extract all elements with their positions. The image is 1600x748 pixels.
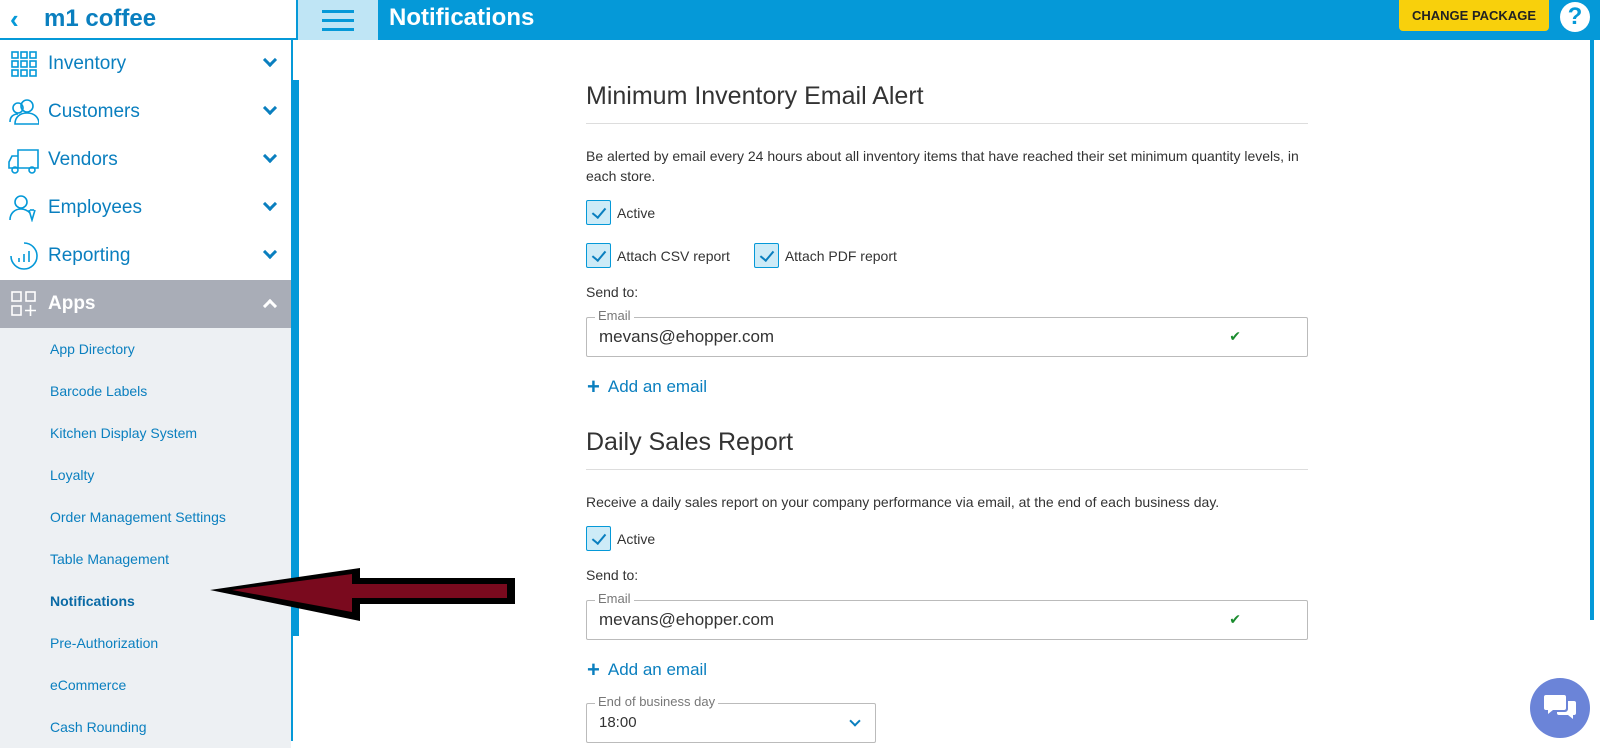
- sidebar-subitem-pre-authorization[interactable]: Pre-Authorization: [0, 622, 291, 664]
- sidebar-subitem-ecommerce[interactable]: eCommerce: [0, 664, 291, 706]
- checkbox-label: Active: [617, 530, 656, 547]
- section-description: Receive a daily sales report on your com…: [586, 494, 1220, 510]
- email-value[interactable]: mevans@ehopper.com: [599, 327, 774, 347]
- brand-header[interactable]: ‹ m1 coffee: [0, 0, 298, 40]
- sidebar-subitem-cash-rounding[interactable]: Cash Rounding: [0, 706, 291, 748]
- sidebar-item-label: Inventory: [48, 53, 127, 74]
- check-valid-icon: ✔: [1229, 611, 1241, 627]
- apps-submenu: App Directory Barcode Labels Kitchen Dis…: [0, 328, 291, 748]
- add-email-label: Add an email: [607, 660, 708, 679]
- help-icon[interactable]: ?: [1560, 2, 1590, 32]
- truck-icon: [8, 144, 40, 176]
- checkbox-label: Attach CSV report: [617, 247, 730, 264]
- attach-pdf-checkbox[interactable]: Attach PDF report: [753, 243, 897, 268]
- section-title: Daily Sales Report: [586, 428, 1308, 470]
- checkbox-row: Attach CSV report Attach PDF report: [586, 243, 1308, 268]
- checkbox-checked-icon[interactable]: [586, 200, 611, 225]
- attach-csv-checkbox[interactable]: Attach CSV report: [586, 243, 730, 268]
- plus-icon: +: [587, 374, 600, 399]
- sidebar-item-label: Reporting: [48, 245, 131, 266]
- email-field[interactable]: Email mevans@ehopper.com ✔: [586, 308, 1308, 357]
- sidebar-item-apps[interactable]: Apps: [0, 280, 291, 328]
- add-email-link[interactable]: + Add an email: [586, 374, 1308, 400]
- end-of-business-day-select[interactable]: End of business day 18:00: [586, 694, 876, 743]
- plus-icon: +: [587, 657, 600, 682]
- checkbox-label: Active: [617, 204, 656, 221]
- store-name: m1 coffee: [44, 5, 157, 32]
- sidebar-scrollbar[interactable]: [293, 80, 299, 636]
- checkbox-row: Active: [586, 200, 1308, 225]
- grid-icon: [8, 48, 40, 80]
- sidebar-item-label: Customers: [48, 101, 140, 122]
- change-package-button[interactable]: CHANGE PACKAGE: [1399, 0, 1549, 31]
- customers-icon: [8, 96, 40, 128]
- checkbox-checked-icon[interactable]: [753, 243, 779, 268]
- sidebar-item-reporting[interactable]: Reporting: [0, 232, 291, 280]
- sidebar-subitem-kitchen-display[interactable]: Kitchen Display System: [0, 412, 291, 454]
- sidebar-item-vendors[interactable]: Vendors: [0, 136, 291, 184]
- sidebar-subitem-order-management[interactable]: Order Management Settings: [0, 496, 291, 538]
- check-valid-icon: ✔: [1229, 328, 1241, 344]
- main-content: Minimum Inventory Email Alert Be alerted…: [300, 40, 1600, 743]
- field-legend: Email: [595, 308, 634, 323]
- select-value: 18:00: [599, 714, 637, 731]
- annotation-arrow-icon: [210, 568, 515, 621]
- section-description: Be alerted by email every 24 hours about…: [586, 148, 1299, 184]
- active-checkbox[interactable]: Active: [586, 200, 655, 225]
- add-email-link[interactable]: + Add an email: [586, 657, 1308, 683]
- active-checkbox[interactable]: Active: [586, 526, 655, 551]
- sidebar-subitem-loyalty[interactable]: Loyalty: [0, 454, 291, 496]
- sidebar-subitem-barcode-labels[interactable]: Barcode Labels: [0, 370, 291, 412]
- send-to-label: Send to:: [586, 284, 639, 300]
- apps-icon: [8, 288, 40, 320]
- sidebar-item-label: Employees: [48, 197, 142, 218]
- checkbox-label: Attach PDF report: [784, 247, 897, 264]
- checkbox-checked-icon[interactable]: [586, 526, 611, 551]
- sidebar-item-label: Apps: [48, 293, 96, 314]
- sidebar-item-label: Vendors: [48, 149, 118, 170]
- min-inventory-section: Minimum Inventory Email Alert Be alerted…: [586, 82, 1308, 400]
- field-legend: End of business day: [595, 694, 719, 709]
- email-field[interactable]: Email mevans@ehopper.com ✔: [586, 591, 1308, 640]
- daily-sales-section: Daily Sales Report Receive a daily sales…: [586, 428, 1308, 683]
- sidebar: Inventory Customers Vendors Employees Re…: [0, 40, 293, 748]
- main-scrollbar[interactable]: [1590, 40, 1594, 620]
- employees-icon: [8, 192, 40, 224]
- section-title: Minimum Inventory Email Alert: [586, 82, 1308, 124]
- checkbox-row: Active: [586, 526, 1308, 551]
- hamburger-menu-icon[interactable]: [298, 0, 378, 40]
- field-legend: Email: [595, 591, 634, 606]
- send-to-label: Send to:: [586, 567, 639, 583]
- checkbox-checked-icon[interactable]: [586, 243, 611, 268]
- sidebar-subitem-app-directory[interactable]: App Directory: [0, 328, 291, 370]
- sidebar-item-inventory[interactable]: Inventory: [0, 40, 291, 88]
- back-arrow-icon[interactable]: ‹: [10, 4, 44, 35]
- sidebar-item-employees[interactable]: Employees: [0, 184, 291, 232]
- add-email-label: Add an email: [607, 377, 708, 396]
- chat-bubble-icon[interactable]: [1530, 678, 1590, 738]
- chevron-down-icon: [849, 715, 861, 727]
- sidebar-item-customers[interactable]: Customers: [0, 88, 291, 136]
- page-title: Notifications: [389, 4, 535, 31]
- email-value[interactable]: mevans@ehopper.com: [599, 610, 774, 630]
- chart-icon: [8, 240, 40, 272]
